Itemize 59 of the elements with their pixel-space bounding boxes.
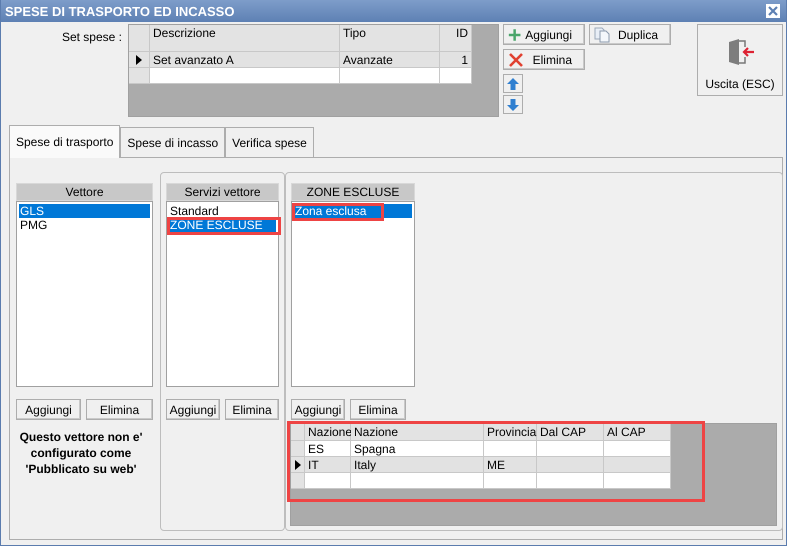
add-button[interactable]: Aggiungi [16,399,81,420]
info-note: Questo vettore non e' configurato come 'Pubblicato su web' [18,429,144,477]
row-pointer-icon [136,54,142,64]
field-label: Set spese : [60,29,122,46]
header-corner [129,25,150,52]
delete-button[interactable]: Elimina [225,399,279,420]
move-down-button[interactable] [503,95,523,114]
list-box[interactable]: Zona esclusa [291,201,415,387]
delete-button[interactable]: Elimina [503,49,585,70]
add-button[interactable]: Aggiungi [166,399,220,420]
list-header: Servizi vettore [166,183,279,201]
data-grid[interactable]: Nazione Nazione Provincia Dal CAP Al CAP ES Spagna IT Italy ME [290,423,777,526]
window-title: SPESE DI TRASPORTO ED INCASSO [5,4,234,18]
list-header: ZONE ESCLUSE [291,183,415,201]
add-button[interactable]: Aggiungi [291,399,345,420]
duplicate-button[interactable]: Duplica [589,24,671,45]
table-cell: ME [484,457,537,473]
list-item[interactable]: PMG [19,218,150,232]
close-button[interactable] [766,4,780,18]
table-cell: IT [305,457,351,473]
column-header[interactable]: Dal CAP [537,424,604,441]
header-corner [291,424,305,441]
table-cell: Avanzate [340,52,440,68]
row-pointer-icon [294,460,300,470]
table-cell: ES [305,441,351,457]
copy-icon [594,26,610,42]
tab[interactable]: Spese di incasso [120,127,226,157]
list-box[interactable]: Standard ZONE ESCLUSE [166,201,279,387]
list-box[interactable]: GLS PMG [16,201,153,387]
table-cell: 1 [440,52,472,68]
close-icon [768,6,778,16]
list-header: Vettore [16,183,153,201]
tab[interactable]: Verifica spese [225,127,314,157]
delete-icon [508,52,524,68]
column-header[interactable]: Nazione [351,424,484,441]
down-arrow-icon [506,98,520,112]
row-indicator[interactable] [129,52,150,68]
data-grid[interactable]: Descrizione Tipo ID Set avanzato A Avanzate 1 [128,24,499,117]
row-indicator[interactable] [291,457,305,473]
column-header[interactable]: Tipo [340,25,440,52]
column-header[interactable]: Nazione [305,424,351,441]
list-item[interactable]: Zona esclusa [294,204,412,218]
tab[interactable]: Spese di trasporto [9,125,120,158]
table-cell: Italy [351,457,484,473]
list-item[interactable]: GLS [19,204,150,218]
table-cell: Set avanzato A [150,52,340,68]
column-header[interactable]: Provincia [484,424,537,441]
move-up-button[interactable] [503,74,523,93]
add-button[interactable]: Aggiungi [503,24,585,45]
column-header[interactable]: Al CAP [604,424,671,441]
up-arrow-icon [506,76,520,90]
delete-button[interactable]: Elimina [86,399,153,420]
column-header[interactable]: Descrizione [150,25,340,52]
exit-button[interactable]: Uscita (ESC) [697,24,783,96]
list-item[interactable]: Standard [169,204,276,218]
column-header[interactable]: ID [440,25,472,52]
table-cell: Spagna [351,441,484,457]
delete-button[interactable]: Elimina [350,399,406,420]
plus-icon [508,26,522,42]
